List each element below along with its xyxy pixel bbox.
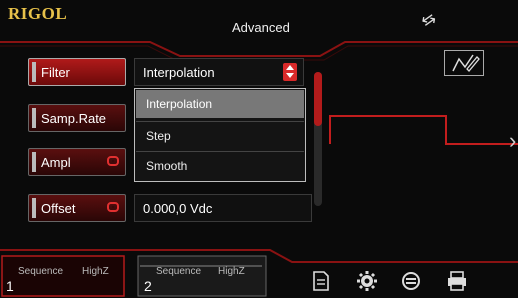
samp-rate-param-button[interactable]: Samp.Rate <box>28 104 126 132</box>
offset-param-button[interactable]: Offset <box>28 194 126 222</box>
param-label: Samp.Rate <box>41 111 107 126</box>
gear-icon[interactable] <box>356 270 378 292</box>
dropdown-option-step[interactable]: Step <box>136 121 304 149</box>
scrollbar-thumb[interactable] <box>314 72 322 126</box>
offset-value-field[interactable]: 0.000,0 Vdc <box>134 194 312 222</box>
param-label: Ampl <box>41 155 71 170</box>
param-label: Filter <box>41 65 70 80</box>
brand-logo: RIGOL <box>8 4 68 23</box>
dropdown-option-smooth[interactable]: Smooth <box>136 151 304 179</box>
param-label: Offset <box>41 201 76 216</box>
link-icon <box>107 156 119 166</box>
dropdown-option-interpolation[interactable]: Interpolation <box>136 90 304 118</box>
channel-1-tab[interactable]: Sequence HighZ 1 <box>2 256 124 296</box>
filter-select[interactable]: Interpolation <box>134 58 304 86</box>
indicator-bar <box>32 108 36 128</box>
option-label: Step <box>146 129 171 143</box>
printer-icon[interactable] <box>446 270 468 292</box>
spin-arrows-icon[interactable] <box>283 63 297 81</box>
edit-icon[interactable] <box>444 50 484 76</box>
filter-param-button[interactable]: Filter <box>28 58 126 86</box>
indicator-bar <box>32 198 36 218</box>
channel-number: 1 <box>6 278 14 294</box>
page-title: Advanced <box>232 20 290 35</box>
channel-number: 2 <box>144 278 152 294</box>
indicator-bar <box>32 152 36 172</box>
waveform-preview <box>329 115 518 145</box>
offset-value: 0.000,0 Vdc <box>143 201 213 216</box>
indicator-bar <box>32 62 36 82</box>
filter-dropdown-list: Interpolation Step Smooth <box>134 88 306 182</box>
channel-2-tab[interactable]: Sequence HighZ 2 <box>138 256 266 296</box>
usb-icon: ⇆ <box>418 9 440 32</box>
filter-select-value: Interpolation <box>143 65 215 80</box>
file-icon[interactable] <box>310 270 332 292</box>
chevron-right-icon[interactable]: › <box>509 128 516 154</box>
option-label: Smooth <box>146 159 188 173</box>
channel-mode: Sequence <box>156 266 202 277</box>
ampl-param-button[interactable]: Ampl <box>28 148 126 176</box>
option-label: Interpolation <box>146 97 213 111</box>
channel-load: HighZ <box>218 266 245 277</box>
link-icon <box>107 202 119 212</box>
sync-icon[interactable] <box>400 270 422 292</box>
channel-mode: Sequence <box>18 266 64 277</box>
channel-load: HighZ <box>82 266 109 277</box>
